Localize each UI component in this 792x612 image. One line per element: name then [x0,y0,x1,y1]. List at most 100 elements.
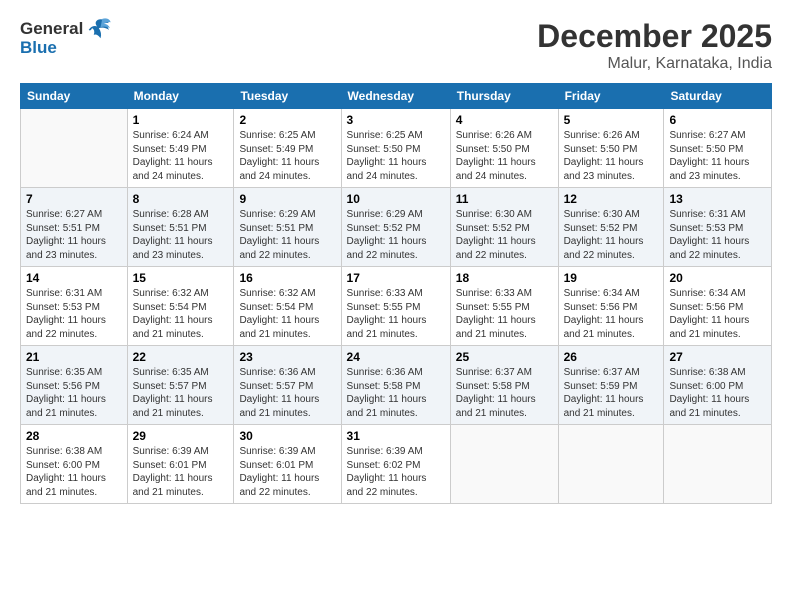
day-info: Sunrise: 6:38 AM Sunset: 6:00 PM Daylight:… [669,366,766,420]
day-info: Sunrise: 6:27 AMSunset: 5:51 PMDaylight:… [26,208,122,262]
day-info-line: and 21 minutes. [456,408,527,419]
day-info-line: and 22 minutes. [669,250,740,261]
day-info-line: Sunset: 5:55 PM [456,302,530,313]
day-info-line: and 21 minutes. [239,408,310,419]
col-tuesday: Tuesday [234,84,341,109]
day-info-line: Daylight: 11 hours [669,394,749,405]
day-info-line: Daylight: 11 hours [347,157,427,168]
day-info-line: Sunset: 5:57 PM [133,381,207,392]
day-info-line: and 22 minutes. [26,329,97,340]
col-saturday: Saturday [664,84,772,109]
day-info-line: Sunset: 6:02 PM [347,460,421,471]
col-monday: Monday [127,84,234,109]
day-number: 7 [26,192,122,206]
day-info-line: and 23 minutes. [669,171,740,182]
table-row: 2 Sunrise: 6:25 AMSunset: 5:49 PMDaylight… [234,109,341,188]
day-info: Sunrise: 6:33 AMSunset: 5:55 PMDaylight:… [347,287,445,341]
day-number: 6 [669,113,766,127]
day-info-line: Daylight: 11 hours [564,394,644,405]
day-info-line: and 21 minutes. [564,329,635,340]
day-info: Sunrise: 6:33 AMSunset: 5:55 PMDaylight:… [456,287,553,341]
day-info-line: Sunset: 5:51 PM [239,223,313,234]
day-info-line: Sunrise: 6:34 AM [669,288,745,299]
day-info-line: Daylight: 11 hours [347,394,427,405]
day-info-line: Sunset: 6:01 PM [239,460,313,471]
table-row: 19Sunrise: 6:34 AMSunset: 5:56 PMDayligh… [558,267,664,346]
day-info-line: Sunrise: 6:31 AM [669,209,745,220]
day-info-line: Sunrise: 6:35 AM [133,367,209,378]
day-number: 16 [239,271,335,285]
day-number: 2 [239,113,335,127]
col-thursday: Thursday [450,84,558,109]
day-info-line: Sunset: 5:49 PM [133,144,207,155]
day-info-line: Sunrise: 6:28 AM [133,209,209,220]
day-number: 19 [564,271,659,285]
day-info-line: Sunrise: 6:38 AM [669,367,745,378]
day-info-line: Daylight: 11 hours [669,315,749,326]
day-info-line: Sunset: 6:00 PM [669,381,743,392]
day-number: 17 [347,271,445,285]
table-row: 15Sunrise: 6:32 AMSunset: 5:54 PMDayligh… [127,267,234,346]
day-info-line: Sunset: 5:59 PM [564,381,638,392]
day-info: Sunrise: 6:35 AMSunset: 5:56 PMDaylight:… [26,366,122,420]
day-info: Sunrise: 6:35 AMSunset: 5:57 PMDaylight:… [133,366,229,420]
calendar-week-row: 14Sunrise: 6:31 AMSunset: 5:53 PMDayligh… [21,267,772,346]
day-info: Sunrise: 6:32 AMSunset: 5:54 PMDaylight:… [239,287,335,341]
day-number: 10 [347,192,445,206]
day-info-line: and 22 minutes. [347,487,418,498]
day-info-line: Sunrise: 6:30 AM [456,209,532,220]
logo-bird-icon [85,18,111,40]
day-info-line: Sunrise: 6:25 AM [239,130,315,141]
day-info-line: and 23 minutes. [26,250,97,261]
day-number: 1 [133,113,229,127]
day-info-line: Sunset: 5:58 PM [456,381,530,392]
day-info-line: and 22 minutes. [239,487,310,498]
day-number: 20 [669,271,766,285]
day-info: Sunrise: 6:38 AMSunset: 6:00 PMDaylight:… [26,445,122,499]
day-info-line: Sunset: 5:56 PM [669,302,743,313]
table-row: 14Sunrise: 6:31 AMSunset: 5:53 PMDayligh… [21,267,128,346]
day-number: 25 [456,350,553,364]
day-info-line: Daylight: 11 hours [239,236,319,247]
day-info-line: Sunset: 6:00 PM [26,460,100,471]
day-info-line: and 22 minutes. [239,250,310,261]
table-row: 9Sunrise: 6:29 AMSunset: 5:51 PMDaylight… [234,188,341,267]
day-info-line: Sunrise: 6:37 AM [456,367,532,378]
table-row: 16 Sunrise: 6:32 AMSunset: 5:54 PMDayligh… [234,267,341,346]
day-info-line: Sunrise: 6:31 AM [26,288,102,299]
table-row: 23Sunrise: 6:36 AMSunset: 5:57 PMDayligh… [234,346,341,425]
table-row: 8Sunrise: 6:28 AMSunset: 5:51 PMDaylight… [127,188,234,267]
calendar-week-row: 28Sunrise: 6:38 AMSunset: 6:00 PMDayligh… [21,425,772,504]
day-info-line: and 23 minutes. [564,171,635,182]
day-info-line: Daylight: 11 hours [133,236,213,247]
day-info-line: and 24 minutes. [133,171,204,182]
day-info-line: Daylight: 11 hours [239,394,319,405]
table-row: 4Sunrise: 6:26 AMSunset: 5:50 PMDaylight… [450,109,558,188]
day-info-line: Sunset: 5:54 PM [239,302,313,313]
day-info: Sunrise: 6:25 AMSunset: 5:50 PMDaylight:… [347,129,445,183]
day-info-line: Sunset: 5:54 PM [133,302,207,313]
col-sunday: Sunday [21,84,128,109]
day-info-line: Daylight: 11 hours [564,236,644,247]
day-info-line: Sunset: 5:50 PM [456,144,530,155]
table-row: 25Sunrise: 6:37 AMSunset: 5:58 PMDayligh… [450,346,558,425]
logo-text-general: General [20,19,83,39]
day-info-line: Sunrise: 6:26 AM [456,130,532,141]
day-info: Sunrise: 6:25 AMSunset: 5:49 PMDaylight:… [239,129,335,183]
table-row: 28Sunrise: 6:38 AMSunset: 6:00 PMDayligh… [21,425,128,504]
day-number: 3 [347,113,445,127]
day-info-line: and 21 minutes. [239,329,310,340]
day-info: Sunrise: 6:26 AMSunset: 5:50 PMDaylight:… [456,129,553,183]
day-info-line: Sunset: 5:58 PM [347,381,421,392]
day-info-line: Sunrise: 6:32 AM [133,288,209,299]
day-number: 5 [564,113,659,127]
col-wednesday: Wednesday [341,84,450,109]
table-row: 13Sunrise: 6:31 AMSunset: 5:53 PMDayligh… [664,188,772,267]
day-info-line: Sunrise: 6:36 AM [239,367,315,378]
day-number: 23 [239,350,335,364]
day-info-line: Daylight: 11 hours [239,473,319,484]
day-info-line: Sunrise: 6:39 AM [239,446,315,457]
day-info-line: Daylight: 11 hours [456,315,536,326]
day-info: Sunrise: 6:39 AMSunset: 6:02 PMDaylight:… [347,445,445,499]
day-info-line: Sunset: 5:56 PM [564,302,638,313]
